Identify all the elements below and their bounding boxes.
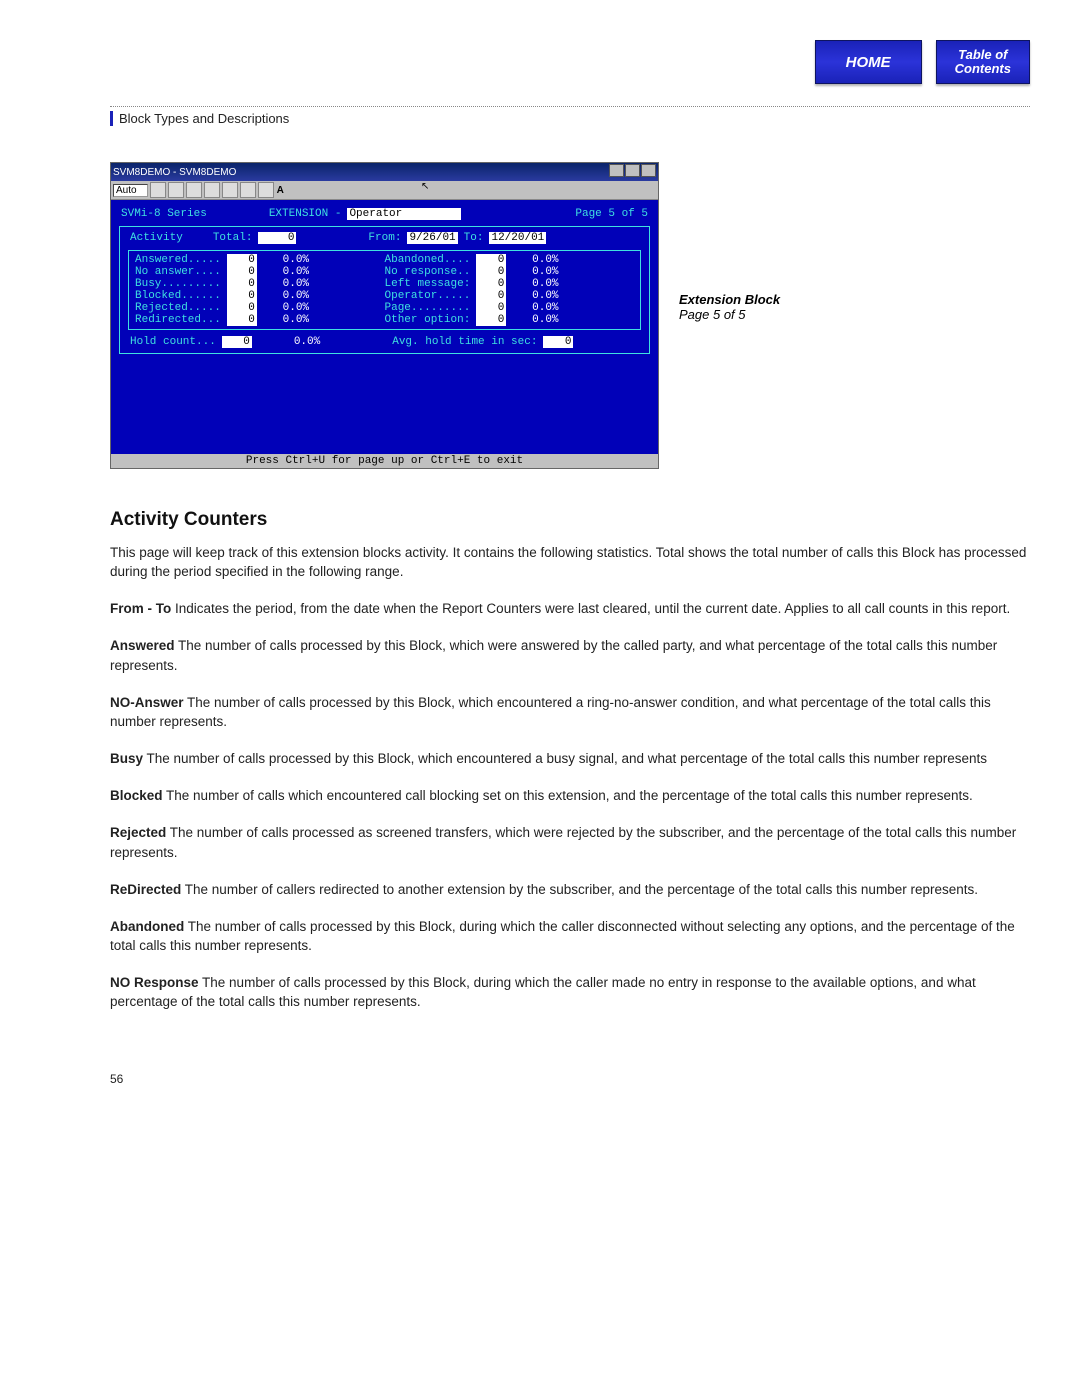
window-toolbar: Auto A ↖ — [111, 181, 658, 200]
definition-paragraph: Abandoned The number of calls processed … — [110, 917, 1030, 955]
stat-row: Redirected...0 0.0% — [135, 314, 385, 326]
definition-paragraph: Busy The number of calls processed by th… — [110, 749, 1030, 768]
total-label: Total: — [213, 232, 253, 244]
divider — [110, 106, 1030, 107]
toolbar-icon[interactable] — [168, 182, 184, 198]
toolbar-icon[interactable] — [204, 182, 220, 198]
stat-row: Other option:0 0.0% — [385, 314, 635, 326]
toolbar-select[interactable]: Auto — [113, 184, 148, 197]
caption-title: Extension Block — [679, 292, 780, 307]
extension-label: EXTENSION - — [269, 208, 342, 220]
stat-row: Blocked......0 0.0% — [135, 290, 385, 302]
window-controls[interactable] — [608, 164, 656, 180]
definition-paragraph: Rejected The number of calls processed a… — [110, 823, 1030, 861]
definition-paragraph: ReDirected The number of callers redirec… — [110, 880, 1030, 899]
toolbar-icon[interactable] — [222, 182, 238, 198]
window-titlebar: SVM8DEMO - SVM8DEMO — [111, 163, 658, 181]
avg-value: 0 — [543, 336, 573, 348]
definition-paragraph: NO-Answer The number of calls processed … — [110, 693, 1030, 731]
home-button[interactable]: HOME — [815, 40, 922, 84]
definition-paragraph: Blocked The number of calls which encoun… — [110, 786, 1030, 805]
stat-row: Rejected.....0 0.0% — [135, 302, 385, 314]
caption-page: Page 5 of 5 — [679, 307, 780, 322]
hint-bar: Press Ctrl+U for page up or Ctrl+E to ex… — [111, 454, 658, 468]
stat-row: Operator.....0 0.0% — [385, 290, 635, 302]
toolbar-icon[interactable] — [258, 182, 274, 198]
stat-row: No response..0 0.0% — [385, 266, 635, 278]
window-title: SVM8DEMO - SVM8DEMO — [113, 167, 236, 178]
stat-row: Abandoned....0 0.0% — [385, 254, 635, 266]
intro-paragraph: This page will keep track of this extens… — [110, 543, 1030, 581]
top-nav: HOME Table ofContents — [110, 40, 1030, 84]
toolbar-icon[interactable] — [240, 182, 256, 198]
activity-label: Activity — [130, 232, 183, 244]
toolbar-icon[interactable] — [186, 182, 202, 198]
breadcrumb: Block Types and Descriptions — [110, 111, 1030, 126]
stat-row: Page.........0 0.0% — [385, 302, 635, 314]
definition-paragraph: From - To Indicates the period, from the… — [110, 599, 1030, 618]
toc-button[interactable]: Table ofContents — [936, 40, 1030, 84]
stat-row: Busy.........0 0.0% — [135, 278, 385, 290]
page-indicator: Page 5 of 5 — [575, 208, 648, 220]
avg-label: Avg. hold time in sec: — [392, 336, 537, 348]
definition-paragraph: NO Response The number of calls processe… — [110, 973, 1030, 1011]
activity-box: Activity Total: 0 From: 9/26/01 To: 12/2… — [119, 226, 650, 354]
extension-value: Operator — [347, 208, 461, 220]
definition-paragraph: Answered The number of calls processed b… — [110, 636, 1030, 674]
hold-pct: 0.0% — [294, 336, 320, 348]
total-value: 0 — [258, 232, 296, 244]
stat-row: Answered.....0 0.0% — [135, 254, 385, 266]
hold-label: Hold count... — [130, 336, 216, 348]
to-value: 12/20/01 — [489, 232, 546, 244]
from-label: From: — [368, 232, 401, 244]
terminal-window: SVM8DEMO - SVM8DEMO Auto A ↖ SVMi-8 Seri… — [110, 162, 659, 469]
page-number: 56 — [110, 1072, 1030, 1086]
to-label: To: — [464, 232, 484, 244]
section-heading: Activity Counters — [110, 509, 1030, 531]
cursor-icon: ↖ — [421, 181, 429, 192]
hold-value: 0 — [222, 336, 252, 348]
from-value: 9/26/01 — [407, 232, 457, 244]
stat-row: No answer....0 0.0% — [135, 266, 385, 278]
stat-row: Left message:0 0.0% — [385, 278, 635, 290]
series-label: SVMi-8 Series — [121, 208, 207, 220]
toolbar-icon[interactable] — [150, 182, 166, 198]
figure-caption: Extension Block Page 5 of 5 — [679, 162, 780, 322]
